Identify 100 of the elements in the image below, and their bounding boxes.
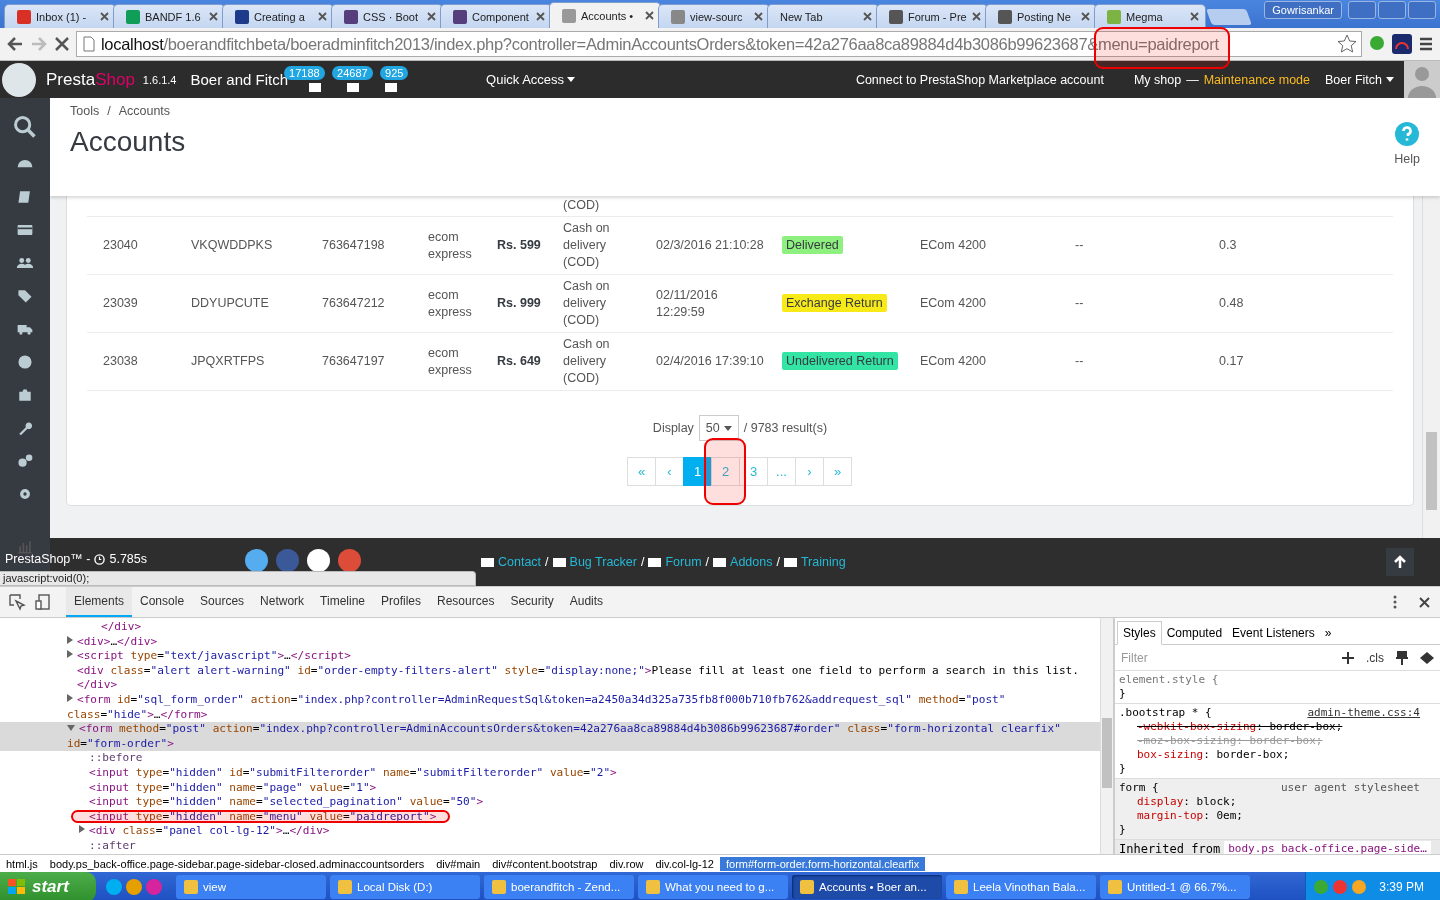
stop-icon[interactable] (54, 36, 70, 52)
footer-link[interactable]: Training (783, 555, 846, 569)
quick-access-menu[interactable]: Quick Access (486, 72, 576, 87)
menu-icon[interactable] (1418, 36, 1434, 52)
back-icon[interactable] (6, 35, 24, 53)
star-icon[interactable] (1337, 34, 1357, 54)
toggle-arrow-icon[interactable] (79, 825, 85, 834)
footer-link[interactable]: Bug Tracker (552, 555, 637, 569)
devtools-tab[interactable]: Sources (192, 587, 253, 617)
taskbar-button[interactable]: view (176, 875, 326, 899)
css-property[interactable]: margin-top: 0em; (1119, 809, 1420, 823)
back-to-top-button[interactable] (1386, 548, 1414, 576)
close-icon[interactable] (427, 12, 436, 21)
code-line[interactable]: <form id="sql_form_order" action="index.php?controller=AdminRequestSql&token=a2450a34d325a735fb8f000b710fb762&addrequest_sql" method="post" class="hide">…</form> (0, 692, 1100, 723)
dom-path-item[interactable]: html.js (0, 856, 44, 871)
close-icon[interactable] (754, 12, 763, 21)
code-line[interactable]: </div> (0, 620, 1100, 635)
css-property[interactable]: display: block; (1119, 795, 1420, 809)
more-tabs-button[interactable]: » (1319, 622, 1337, 644)
pin-icon[interactable] (1396, 650, 1408, 665)
new-tab-button[interactable] (1206, 9, 1252, 25)
styles-tab[interactable]: Styles (1117, 621, 1162, 645)
inspect-icon[interactable] (8, 593, 26, 611)
styles-tab[interactable]: Event Listeners (1227, 622, 1320, 644)
devtools-tab[interactable]: Elements (66, 587, 133, 617)
plus-icon[interactable] (1342, 651, 1354, 664)
devtools-tab[interactable]: Network (252, 587, 313, 617)
toggle-arrow-icon[interactable] (67, 693, 73, 702)
more-icon[interactable] (1393, 595, 1397, 609)
dom-path-item[interactable]: div#content.bootstrap (486, 856, 604, 871)
logo-icon[interactable] (2, 62, 36, 97)
browser-tab[interactable]: Accounts • (549, 2, 661, 28)
search-icon[interactable] (12, 114, 38, 140)
gauge-icon[interactable] (1392, 34, 1412, 54)
close-icon[interactable] (100, 12, 109, 21)
close-icon[interactable] (209, 12, 218, 21)
browser-tab[interactable]: Posting Ne (985, 4, 1097, 28)
tag-icon[interactable] (16, 287, 34, 305)
code-line[interactable]: <div class="alert alert-warning" id="order-empty-filters-alert" style="display:none;">Please fill at least one field to perform a search in this list.</div> (0, 663, 1100, 693)
device-icon[interactable] (34, 593, 52, 611)
devtools-tab[interactable]: Resources (429, 587, 503, 617)
footer-link[interactable]: Contact (481, 555, 542, 569)
code-line[interactable]: <input type="hidden" name="page" value="1"> (0, 780, 1100, 796)
code-line[interactable]: ::before (0, 751, 1100, 766)
code-line[interactable]: <div class="panel col-lg-12">…</div> (0, 824, 1100, 839)
styles-tab[interactable]: Computed (1161, 622, 1228, 644)
browser-tab[interactable]: Creating a (222, 4, 334, 28)
close-icon[interactable] (972, 12, 981, 21)
code-line[interactable]: <input type="hidden" id="submitFilterorder" name="submitFilterorder" value="2"> (0, 765, 1100, 781)
browser-tab[interactable]: New Tab (767, 4, 879, 28)
code-line[interactable]: <input type="hidden" name="selected_pagination" value="50"> (0, 795, 1100, 810)
dom-path-item[interactable]: div.col-lg-12 (649, 856, 720, 871)
close-icon[interactable] (1419, 596, 1430, 608)
marketplace-link[interactable]: Connect to PrestaShop Marketplace account (855, 72, 1104, 87)
dom-path-item[interactable]: form#form-order.form-horizontal.clearfix (719, 856, 926, 871)
devtools-tab[interactable]: Console (132, 587, 193, 617)
breadcrumb-item[interactable]: Tools (70, 104, 100, 118)
extension-icon[interactable] (1368, 35, 1386, 53)
css-property[interactable]: -webkit-box-sizing: border-box; (1119, 720, 1420, 734)
app-icon[interactable] (126, 879, 142, 895)
css-property[interactable]: box-sizing: border-box; (1119, 748, 1420, 762)
app-icon[interactable] (106, 879, 122, 895)
profile-button[interactable]: Gowrisankar (1264, 1, 1342, 19)
devtools-tab[interactable]: Profiles (373, 587, 430, 617)
code-line[interactable]: <script type="text/javascript">…</script> (0, 649, 1100, 664)
breadcrumb-item[interactable]: Accounts (118, 104, 171, 118)
devtools-tab[interactable]: Security (502, 587, 562, 617)
help-button[interactable]: Help (1394, 98, 1420, 196)
toggle-arrow-icon[interactable] (67, 725, 75, 732)
devtools-tab[interactable]: Timeline (312, 587, 373, 617)
palette-icon[interactable] (1420, 651, 1434, 664)
browser-tab[interactable]: BANDF 1.6 (113, 4, 225, 28)
employee-menu[interactable]: Boer Fitch (1325, 72, 1394, 87)
browser-tab[interactable]: CSS · Boot (331, 4, 443, 28)
close-icon[interactable] (1081, 12, 1090, 21)
globe-icon[interactable] (16, 353, 34, 371)
close-icon[interactable] (536, 12, 545, 21)
my-shop-link[interactable]: My shop (1133, 72, 1182, 87)
per-page-select[interactable]: 50 (698, 415, 739, 441)
taskbar-button[interactable]: Untitled-1 @ 66.7%... (1100, 875, 1250, 899)
close-icon[interactable] (863, 12, 872, 21)
scrollbar-thumb[interactable] (1426, 432, 1437, 510)
taskbar-button[interactable]: boerandfitch - Zend... (484, 875, 634, 899)
toggle-arrow-icon[interactable] (67, 650, 73, 659)
close-icon[interactable] (645, 11, 654, 20)
devtools-tab[interactable]: Audits (561, 587, 612, 617)
arrow-up-icon[interactable] (1393, 555, 1407, 569)
browser-tab[interactable]: view-sourc (658, 4, 770, 28)
scrollbar-thumb[interactable] (1102, 718, 1112, 788)
source-link[interactable]: admin-theme.css:4 (1307, 706, 1420, 720)
footer-link[interactable]: Addons (713, 555, 773, 569)
browser-tab[interactable]: Forum - Pre (876, 4, 988, 28)
inherited-selector[interactable]: body.ps_back-office.page-side… (1224, 841, 1431, 854)
taskbar-button[interactable]: Local Disk (D:) (330, 875, 480, 899)
dom-path-item[interactable]: div.row (603, 856, 650, 871)
code-line[interactable]: <input type="hidden" name="menu" value="paidreport"> (0, 809, 1100, 825)
taskbar-button[interactable]: Accounts • Boer an... (792, 875, 942, 899)
close-icon[interactable] (318, 12, 327, 21)
browser-tab[interactable]: Megma (1094, 4, 1206, 28)
code-line[interactable]: <div>…</div> (0, 634, 1100, 650)
